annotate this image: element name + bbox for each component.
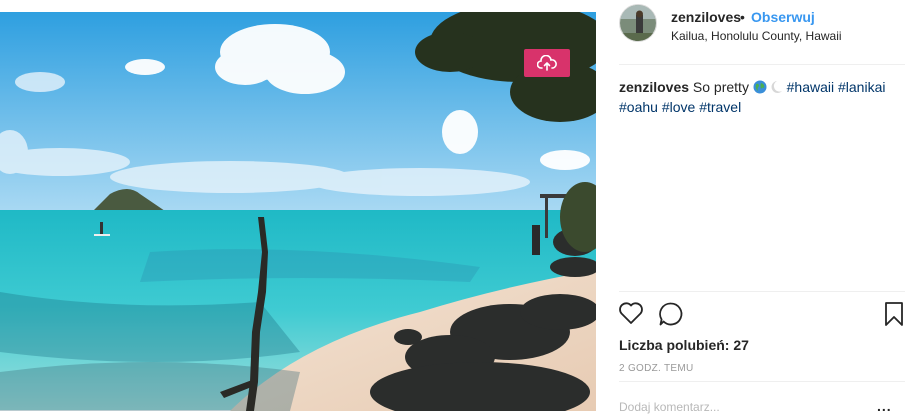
hashtag-link[interactable]: #lanikai (838, 79, 885, 95)
likes-count[interactable]: Liczba polubień: 27 (619, 337, 749, 353)
caption-username[interactable]: zenziloves (619, 79, 689, 95)
divider (619, 291, 905, 292)
divider (619, 64, 905, 65)
separator-dot: • (740, 9, 745, 25)
post-timestamp[interactable]: 2 GODZ. TEMU (619, 363, 694, 374)
heart-icon[interactable] (618, 301, 644, 330)
follow-button[interactable]: Obserwuj (751, 9, 815, 25)
avatar[interactable] (619, 4, 657, 42)
location-link[interactable]: Kailua, Honolulu County, Hawaii (671, 29, 842, 43)
crescent-moon-icon (771, 80, 783, 98)
globe-icon (753, 80, 767, 98)
save-to-cloud-button[interactable] (524, 49, 570, 77)
username-link[interactable]: zenziloves (671, 9, 741, 25)
post-caption: zenziloves So pretty #hawaii #lanikai #o… (619, 78, 909, 116)
hashtag-link[interactable]: #love (662, 99, 695, 115)
post-sidebar: zenziloves • Obserwuj Kailua, Honolulu C… (596, 0, 919, 414)
caption-text: So pretty (692, 79, 749, 95)
hashtag-link[interactable]: #hawaii (787, 79, 834, 95)
beach-image (0, 12, 596, 411)
cloud-upload-icon (537, 55, 557, 71)
post-header: zenziloves • Obserwuj Kailua, Honolulu C… (596, 0, 919, 64)
bookmark-icon[interactable] (884, 301, 904, 332)
comment-bubble-icon[interactable] (658, 301, 684, 332)
divider (619, 381, 905, 382)
post-photo[interactable] (0, 12, 596, 411)
hashtag-link[interactable]: #travel (699, 99, 741, 115)
comment-input[interactable] (619, 400, 869, 414)
hashtag-link[interactable]: #oahu (619, 99, 658, 115)
more-options-button[interactable]: ... (877, 398, 892, 414)
